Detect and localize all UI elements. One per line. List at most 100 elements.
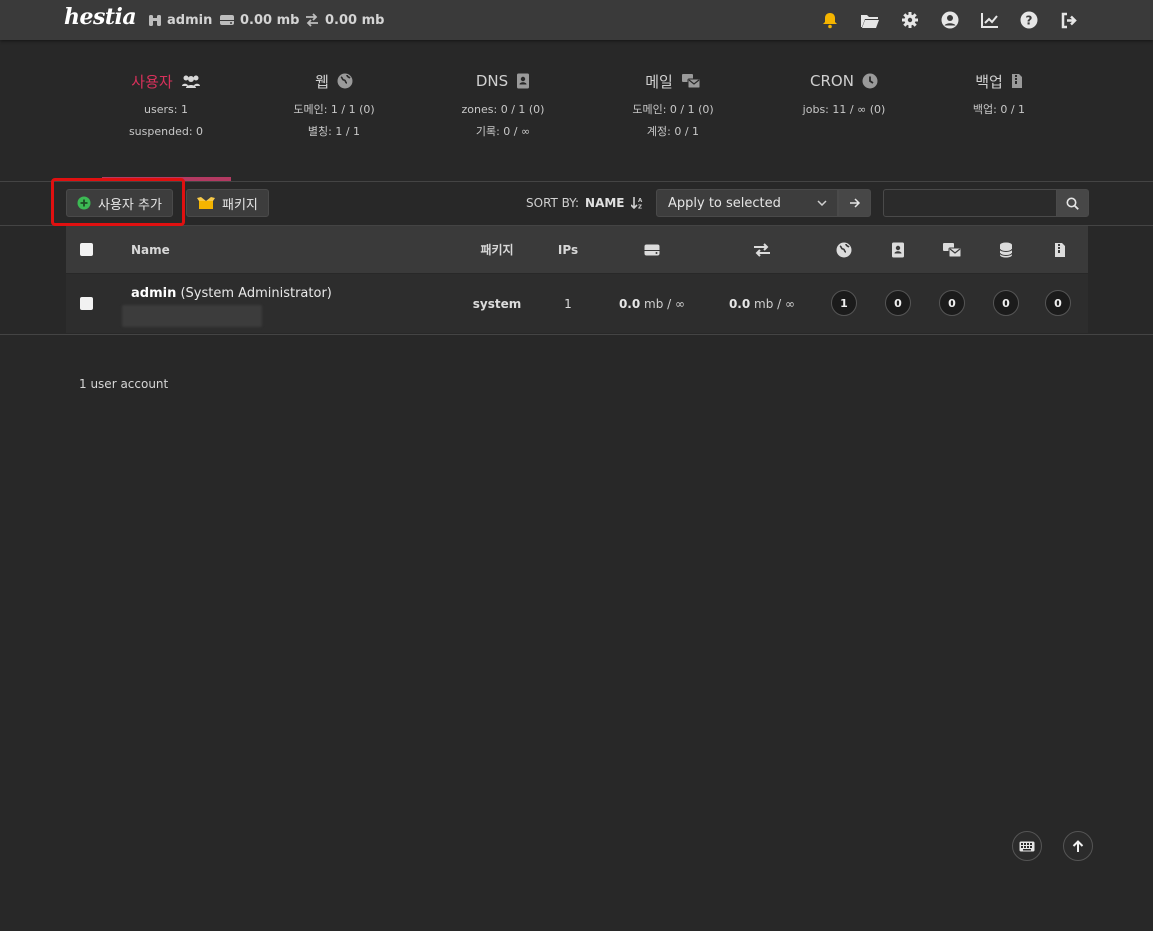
chart-line-icon[interactable] [979,9,1001,31]
tab-web-title: 웹 [315,72,329,91]
row-checkbox[interactable] [80,297,93,310]
tab-users[interactable]: 사용자 users: 1 suspended: 0 [91,68,241,138]
user-fullname: (System Administrator) [180,286,332,301]
hard-drive-icon [642,226,662,273]
user-package: system [472,296,522,311]
tab-users-line-2: suspended: 0 [128,125,204,138]
svg-text:A: A [638,198,643,204]
tab-dns-line-1: zones: 0 / 1 (0) [461,103,545,116]
scroll-top-button[interactable] [1063,831,1093,861]
bell-icon[interactable] [819,9,841,31]
current-user-name: admin [167,12,213,28]
redacted-email [122,305,262,327]
search-button[interactable] [1056,189,1089,217]
tab-cron[interactable]: CRON jobs: 11 / ∞ (0) [769,68,919,116]
box-open-icon [197,197,215,209]
user-disk-quota: 0.0 mb / ∞ [606,274,698,333]
tab-web-line-1: 도메인: 1 / 1 (0) [293,103,375,116]
database-icon [996,226,1016,273]
bandwidth-usage: 0.00 mb [304,11,384,29]
sort-control[interactable]: SORT BY: NAME AZ [526,196,644,210]
keyboard-icon [1019,841,1035,851]
top-bar: hestia admin 0.00 mb 0.00 mb ? [0,0,1153,40]
packages-label: 패키지 [222,197,258,213]
mail-bulk-icon [942,226,962,273]
tab-cron-title: CRON [810,72,854,90]
tab-backup-title: 백업 [975,72,1003,91]
bulk-action-value: Apply to selected [668,195,781,211]
address-book-icon [517,73,530,89]
svg-text:Z: Z [638,205,642,210]
tab-backup-line-1: 백업: 0 / 1 [972,103,1026,116]
user-bandwidth-value: 0.0 [728,296,751,311]
header-name[interactable]: Name [131,226,170,273]
mail-bulk-icon [681,74,701,89]
header-ips: IPs [557,242,579,257]
hard-drive-icon [220,15,234,25]
username[interactable]: admin [131,286,176,301]
help-icon[interactable]: ? [1018,9,1040,31]
tab-dns[interactable]: DNS zones: 0 / 1 (0) 기록: 0 / ∞ [428,68,578,138]
mail-count-badge: 0 [939,290,965,316]
svg-text:?: ? [1026,14,1033,28]
file-zipper-icon [1011,74,1022,88]
arrow-right-icon [849,198,860,208]
tab-backup[interactable]: 백업 백업: 0 / 1 [924,68,1074,116]
user-disk-unit: mb / ∞ [644,296,686,311]
tab-web-line-2: 별칭: 1 / 1 [307,125,361,138]
user-bandwidth-unit: mb / ∞ [754,296,796,311]
globe-icon [337,73,353,89]
packages-button[interactable]: 패키지 [186,189,269,217]
search-icon [1066,197,1079,210]
tab-users-title: 사용자 [131,72,173,91]
bandwidth-usage-value: 0.00 mb [325,12,385,28]
sort-value: NAME [585,196,625,210]
tab-mail-line-1: 도메인: 0 / 1 (0) [632,103,714,116]
file-zipper-icon [1050,226,1070,273]
exchange-icon [306,13,318,27]
tab-cron-line-1: jobs: 11 / ∞ (0) [802,103,886,116]
gear-icon[interactable] [899,9,921,31]
clock-icon [862,73,878,89]
sort-alpha-icon: AZ [630,197,643,210]
user-ips: 1 [564,296,572,311]
web-count-badge: 1 [831,290,857,316]
users-icon [181,75,200,88]
select-all-checkbox[interactable] [80,243,93,256]
sort-label: SORT BY: [526,196,580,210]
tab-mail[interactable]: 메일 도메인: 0 / 1 (0) 계정: 0 / 1 [598,68,748,138]
user-circle-icon[interactable] [939,9,961,31]
backups-count-badge: 0 [1045,290,1071,316]
hestia-logo[interactable]: hestia [64,4,137,30]
tab-dns-line-2: 기록: 0 / ∞ [475,125,531,138]
db-count-badge: 0 [993,290,1019,316]
disk-usage-value: 0.00 mb [240,12,300,28]
tab-web[interactable]: 웹 도메인: 1 / 1 (0) 별칭: 1 / 1 [259,68,409,138]
globe-icon [834,226,854,273]
binoculars-icon [149,15,161,26]
header-package: 패키지 [480,243,514,257]
apply-bulk-action-button[interactable] [838,189,871,217]
tab-mail-title: 메일 [645,72,673,91]
arrow-up-icon [1072,839,1084,852]
tab-dns-title: DNS [475,72,509,90]
table-header: Name 패키지 IPs [66,226,1088,273]
user-name[interactable]: admin (System Administrator) [131,286,332,301]
dns-count-badge: 0 [885,290,911,316]
disk-usage: 0.00 mb [219,11,299,29]
chevron-down-icon [817,200,827,206]
add-user-highlight [51,178,185,226]
exchange-icon [752,226,772,273]
bulk-action-select[interactable]: Apply to selected [656,189,838,217]
tab-users-line-1: users: 1 [144,103,188,116]
search-input[interactable] [883,189,1057,217]
table-bottom-divider [0,334,1153,335]
address-book-icon [888,226,908,273]
user-count-text: 1 user account [79,377,169,391]
keyboard-shortcuts-button[interactable] [1012,831,1042,861]
user-bandwidth-quota: 0.0 mb / ∞ [716,274,808,333]
folder-icon[interactable] [859,9,881,31]
logout-icon[interactable] [1058,9,1080,31]
tab-mail-line-2: 계정: 0 / 1 [646,125,700,138]
user-disk-value: 0.0 [618,296,641,311]
